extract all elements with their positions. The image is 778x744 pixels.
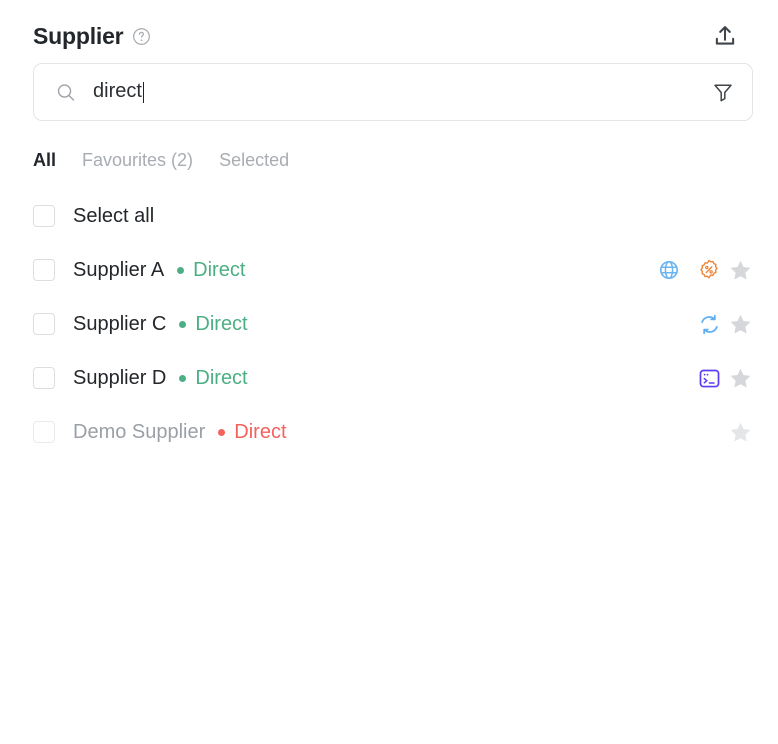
panel-header-left: Supplier [33,22,151,49]
status-badge: Direct [195,313,248,335]
favourite-star-icon[interactable] [727,257,753,283]
status-badge: Direct [193,259,246,281]
supplier-panel: Supplier direct All Favourites (2) Selec… [0,0,778,744]
filter-icon[interactable] [712,81,734,103]
search-icon [56,82,76,102]
favourite-star-icon[interactable] [727,365,753,391]
globe-icon[interactable] [657,258,681,282]
status-dot [218,428,226,436]
tab-selected[interactable]: Selected [219,151,289,169]
supplier-name: Supplier D [73,367,167,389]
table-row[interactable]: Supplier A Direct [0,243,778,297]
upload-icon[interactable] [710,21,740,51]
supplier-status: Direct [179,313,248,335]
question-circle-icon[interactable] [132,27,151,46]
select-all-checkbox[interactable] [33,205,55,227]
tab-favourites[interactable]: Favourites (2) [82,151,193,169]
favourite-star-icon [727,419,753,445]
panel-header: Supplier [0,0,778,47]
row-icons [697,366,721,390]
status-badge: Direct [195,367,248,389]
text-caret [142,81,144,103]
supplier-name: Demo Supplier [73,421,206,443]
filter-tabs: All Favourites (2) Selected [33,148,778,172]
supplier-status: Direct [218,421,287,443]
terminal-icon[interactable] [697,366,721,390]
select-all-row[interactable]: Select all [0,189,778,243]
status-dot [179,320,187,328]
supplier-name: Supplier A [73,259,165,281]
supplier-status: Direct [177,260,245,280]
status-badge: Direct [234,421,287,443]
supplier-name: Supplier C [73,313,167,335]
status-dot [179,374,187,382]
select-all-label: Select all [73,205,155,227]
row-checkbox[interactable] [33,313,55,335]
supplier-status: Direct [179,367,248,389]
table-row[interactable]: Supplier C Direct [0,297,778,351]
row-checkbox [33,421,55,443]
favourite-star-icon[interactable] [727,311,753,337]
row-checkbox[interactable] [33,367,55,389]
table-row: Demo Supplier Direct [0,405,778,459]
sync-icon[interactable] [697,312,721,336]
supplier-list: Select all Supplier A Direct Supplier C … [0,189,778,459]
row-checkbox[interactable] [33,259,55,281]
discount-badge-icon[interactable] [697,258,721,282]
search-input-value: direct [93,80,142,102]
row-icons [697,312,721,336]
row-icons [657,258,721,282]
status-dot [177,266,185,274]
page-title: Supplier [33,22,124,49]
tab-all[interactable]: All [33,151,56,169]
table-row[interactable]: Supplier D Direct [0,351,778,405]
search-bar[interactable]: direct [33,63,753,121]
search-input[interactable]: direct [93,80,712,103]
